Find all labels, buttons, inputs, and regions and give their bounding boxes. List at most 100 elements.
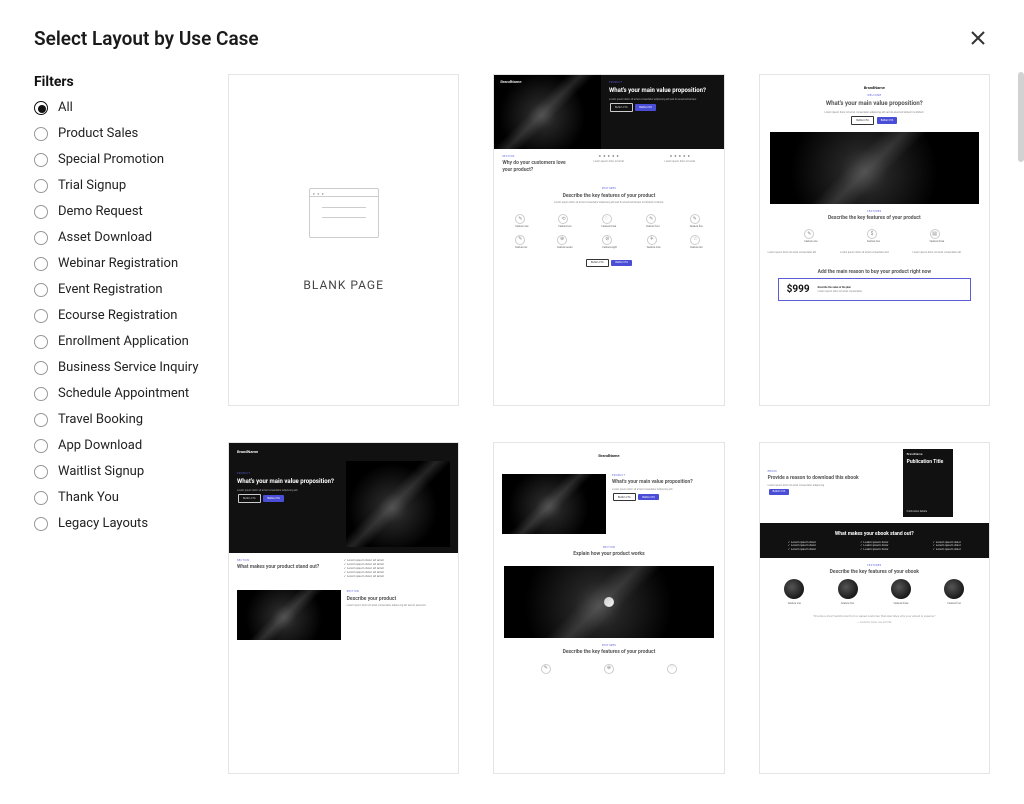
thumb-label: Feature four xyxy=(944,602,964,605)
thumb-cta: Button CTA xyxy=(613,493,636,501)
layout-card-product-4[interactable]: BrandName PRODUCT What's your main value… xyxy=(493,442,724,774)
thumb-label: Feature ten xyxy=(690,246,703,249)
layout-card-product-2[interactable]: BrandName WELCOME What's your main value… xyxy=(759,74,990,406)
filter-option-webinar-registration[interactable]: Webinar Registration xyxy=(34,256,202,271)
thumb-heading: Describe the key features of your produc… xyxy=(502,193,715,200)
thumb-heading: Explain how your product works xyxy=(502,551,715,558)
close-button[interactable] xyxy=(966,26,990,50)
layout-card-product-1[interactable]: PRODUCT What's your main value propositi… xyxy=(493,74,724,406)
thumb-eyebrow: PRODUCT xyxy=(609,81,716,84)
filter-option-thank-you[interactable]: Thank You xyxy=(34,490,202,505)
radio-icon xyxy=(34,179,48,193)
radio-icon xyxy=(34,439,48,453)
filter-label: Webinar Registration xyxy=(58,256,178,271)
filters-sidebar: Filters All Product Sales Special Promotio… xyxy=(34,74,202,774)
filter-option-legacy-layouts[interactable]: Legacy Layouts xyxy=(34,516,202,531)
thumb-cta: Button CTA xyxy=(877,117,898,123)
thumb-heading: What's your main value proposition? xyxy=(609,87,716,95)
thumb-book-sub: Publication details xyxy=(907,510,928,513)
blank-page-label: BLANK PAGE xyxy=(303,278,383,292)
thumb-heading: Describe the key features of your ebook xyxy=(768,569,981,576)
close-icon xyxy=(970,30,986,46)
filter-label: Travel Booking xyxy=(58,412,143,427)
thumb-eyebrow: FEATURES xyxy=(768,210,981,213)
radio-icon xyxy=(34,491,48,505)
thumb-brand: BrandName xyxy=(907,453,949,457)
thumb-cta: Button CTA xyxy=(263,495,284,501)
filters-heading: Filters xyxy=(34,74,202,90)
thumb-brand: BrandName xyxy=(494,75,527,88)
thumb-heading: Provide a reason to download this ebook xyxy=(768,475,875,482)
thumb-label: Feature five xyxy=(690,225,703,228)
filter-option-enrollment-application[interactable]: Enrollment Application xyxy=(34,334,202,349)
radio-icon xyxy=(34,257,48,271)
blank-page-icon: ● ● ● xyxy=(309,188,379,238)
thumb-eyebrow: FEATURES xyxy=(502,644,715,647)
radio-icon xyxy=(34,517,48,531)
thumb-label: Feature three xyxy=(930,240,945,243)
layout-card-ebook[interactable]: EBOOK Provide a reason to download this … xyxy=(759,442,990,774)
thumb-heading: Add the main reason to buy your product … xyxy=(768,269,981,276)
play-icon xyxy=(604,597,614,607)
filter-label: Business Service Inquiry xyxy=(58,360,198,375)
filter-option-waitlist-signup[interactable]: Waitlist Signup xyxy=(34,464,202,479)
radio-icon xyxy=(34,413,48,427)
thumb-label: Feature three xyxy=(602,225,617,228)
filter-option-app-download[interactable]: App Download xyxy=(34,438,202,453)
filter-option-all[interactable]: All xyxy=(34,100,202,115)
radio-icon xyxy=(34,231,48,245)
filter-label: App Download xyxy=(58,438,142,453)
thumb-label: Feature seven xyxy=(557,246,573,249)
layout-card-blank[interactable]: ● ● ● BLANK PAGE xyxy=(228,74,459,406)
thumb-price: $999 xyxy=(787,283,810,296)
filter-option-ecourse-registration[interactable]: Ecourse Registration xyxy=(34,308,202,323)
thumb-label: Feature one xyxy=(804,240,817,243)
filter-label: Asset Download xyxy=(58,230,152,245)
thumb-cta: Button CTA xyxy=(638,494,659,500)
radio-icon xyxy=(34,283,48,297)
thumb-label: Feature three xyxy=(891,602,911,605)
thumb-label: Feature two xyxy=(558,225,571,228)
filter-label: Special Promotion xyxy=(58,152,164,167)
filter-option-demo-request[interactable]: Demo Request xyxy=(34,204,202,219)
filter-option-business-service-inquiry[interactable]: Business Service Inquiry xyxy=(34,360,202,375)
radio-icon xyxy=(34,387,48,401)
thumb-heading: Describe the key features of your produc… xyxy=(502,649,715,656)
filter-label: All xyxy=(58,100,73,115)
filter-option-product-sales[interactable]: Product Sales xyxy=(34,126,202,141)
filter-label: Thank You xyxy=(58,490,119,505)
filter-option-schedule-appointment[interactable]: Schedule Appointment xyxy=(34,386,202,401)
thumb-cta: Button CTA xyxy=(238,494,261,502)
thumb-eyebrow: FEATURES xyxy=(768,564,981,567)
thumb-testimonial-name: — Customer name, role and title xyxy=(768,621,981,624)
thumb-heading: What's your main value proposition? xyxy=(612,479,716,486)
thumb-heading: What's your main value proposition? xyxy=(768,100,981,108)
filter-label: Schedule Appointment xyxy=(58,386,189,401)
thumb-label: Feature two xyxy=(838,602,858,605)
thumb-label: Feature six xyxy=(515,246,527,249)
filter-label: Demo Request xyxy=(58,204,143,219)
filter-option-trial-signup[interactable]: Trial Signup xyxy=(34,178,202,193)
thumb-cta: Button CTA xyxy=(635,104,656,110)
radio-icon xyxy=(34,465,48,479)
thumb-brand: BrandName xyxy=(768,81,981,94)
filter-option-asset-download[interactable]: Asset Download xyxy=(34,230,202,245)
layout-card-product-3[interactable]: BrandName PRODUCT What's your main value… xyxy=(228,442,459,774)
thumb-eyebrow: SECTION xyxy=(502,546,715,549)
filter-option-event-registration[interactable]: Event Registration xyxy=(34,282,202,297)
thumb-heading: What makes your ebook stand out? xyxy=(768,531,981,538)
radio-icon xyxy=(34,335,48,349)
radio-icon xyxy=(34,127,48,141)
thumb-label: Feature nine xyxy=(647,246,661,249)
filter-label: Waitlist Signup xyxy=(58,464,144,479)
filter-option-travel-booking[interactable]: Travel Booking xyxy=(34,412,202,427)
page-title: Select Layout by Use Case xyxy=(34,27,259,50)
thumb-cta: Button CTA xyxy=(769,489,790,495)
filter-label: Legacy Layouts xyxy=(58,516,148,531)
thumb-label: Feature eight xyxy=(602,246,617,249)
filter-label: Ecourse Registration xyxy=(58,308,177,323)
thumb-label: Feature one xyxy=(515,225,528,228)
filter-label: Enrollment Application xyxy=(58,334,189,349)
scrollbar[interactable] xyxy=(1018,72,1024,162)
filter-option-special-promotion[interactable]: Special Promotion xyxy=(34,152,202,167)
